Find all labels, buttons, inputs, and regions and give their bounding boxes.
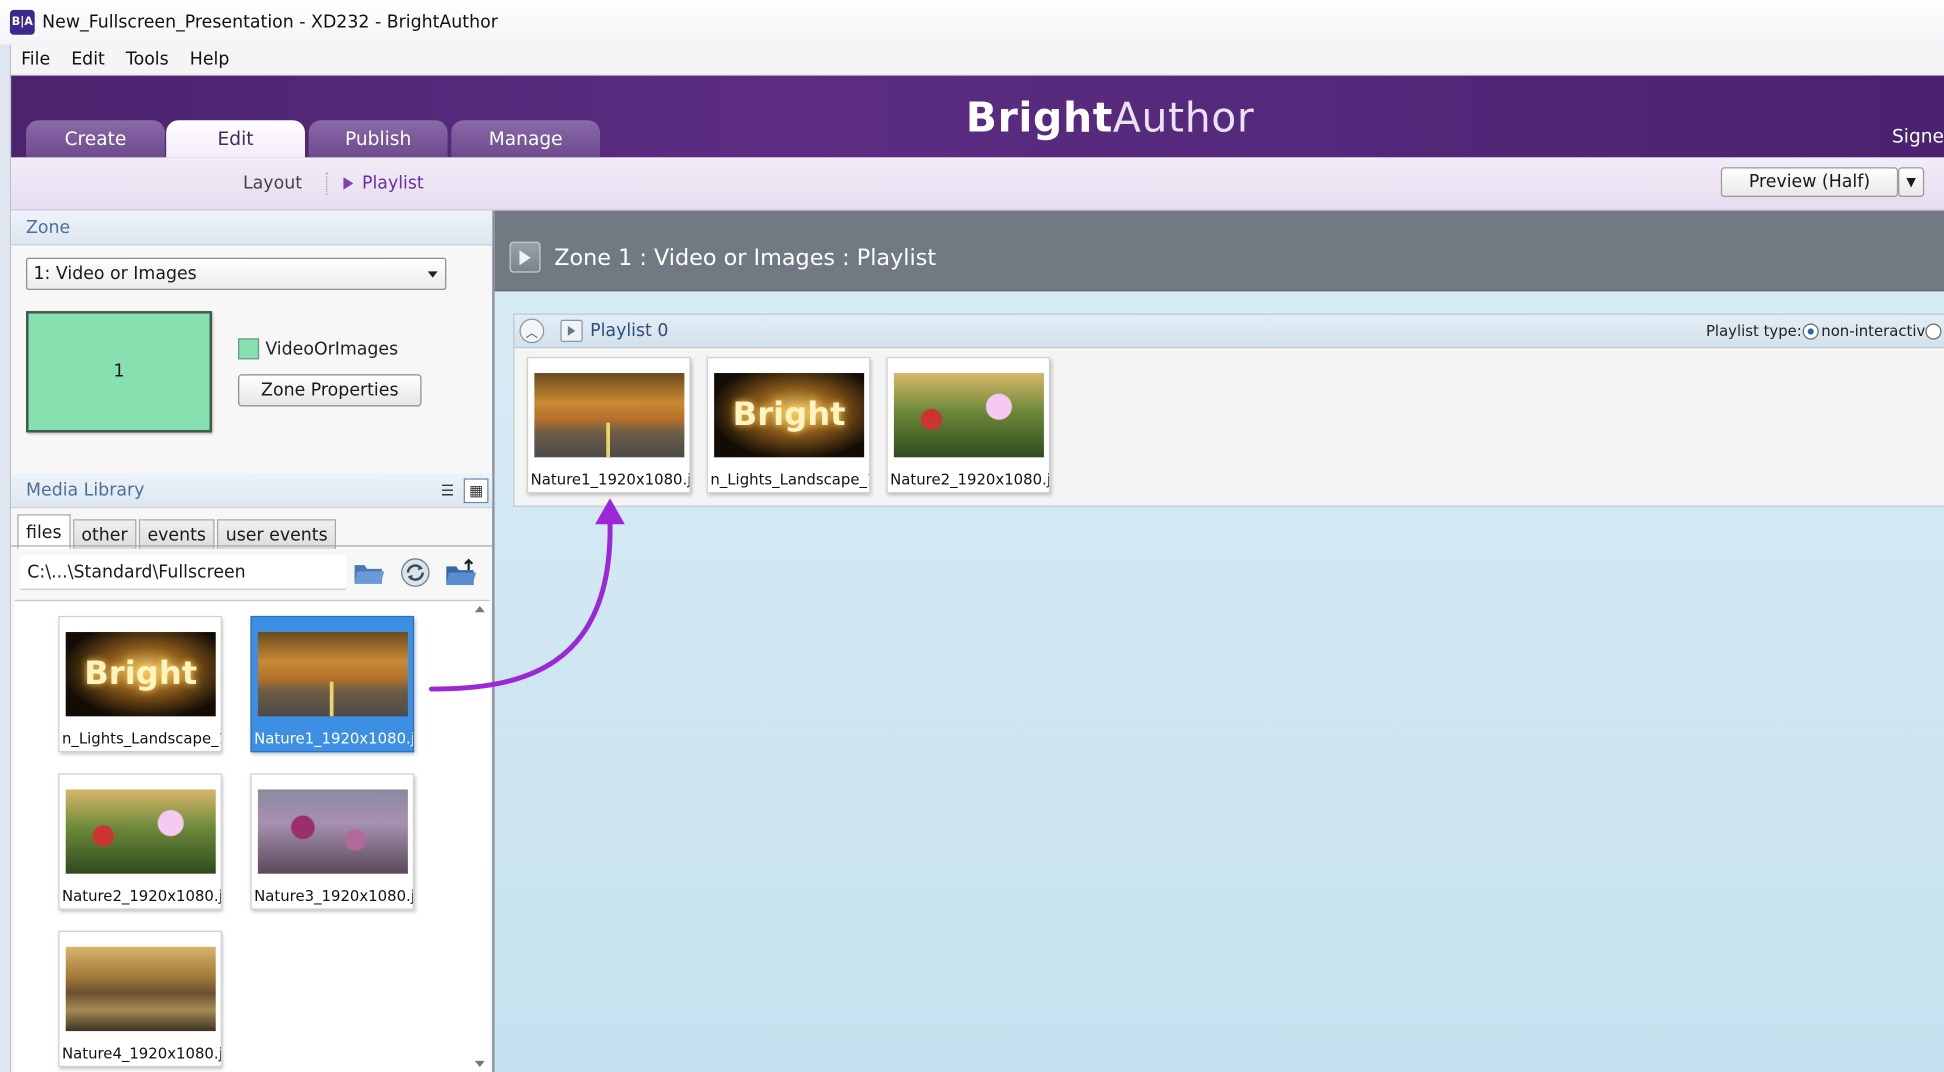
- zone-type-label: VideoOrImages: [265, 339, 399, 360]
- play-icon[interactable]: [560, 319, 583, 343]
- open-folder-icon[interactable]: [351, 555, 388, 590]
- brand-bold: Bright: [965, 92, 1113, 142]
- menu-help[interactable]: Help: [190, 50, 230, 70]
- chevron-down-icon: [427, 271, 438, 278]
- media-path-field[interactable]: C:\...\Standard\Fullscreen: [19, 555, 346, 590]
- playlist-bar: ︿ Playlist 0 Playlist type: non-interact…: [513, 313, 1944, 349]
- tab-underline: [11, 545, 493, 547]
- media-item-caption: Nature2_1920x1080.jpg: [61, 887, 221, 905]
- scroll-down-icon[interactable]: [474, 1060, 485, 1068]
- media-item[interactable]: Nature4_1920x1080.jpg: [58, 930, 222, 1068]
- play-icon[interactable]: [509, 241, 541, 273]
- playlist-item[interactable]: Nature1_1920x1080.jpg: [526, 356, 691, 494]
- app-icon: B|A: [9, 9, 35, 35]
- tab-publish[interactable]: Publish: [308, 120, 448, 158]
- title-bar: B|A New_Fullscreen_Presentation - XD232 …: [0, 0, 1944, 45]
- menu-tools[interactable]: Tools: [126, 50, 169, 70]
- divider: [326, 172, 328, 195]
- radio-non-interactive[interactable]: [1802, 323, 1819, 340]
- import-folder-icon[interactable]: [443, 555, 480, 590]
- media-library-heading: Media Library ☰ ▦: [11, 473, 493, 509]
- playlist-item[interactable]: Nature2_1920x1080.jpg: [886, 356, 1051, 494]
- media-library-title: Media Library: [26, 480, 145, 501]
- window-title: New_Fullscreen_Presentation - XD232 - Br…: [42, 12, 498, 33]
- bright-logo-thumbnail: Bright: [714, 373, 865, 458]
- zone-title: Zone 1 : Video or Images : Playlist: [554, 245, 937, 272]
- brightauthor-window: B|A New_Fullscreen_Presentation - XD232 …: [0, 0, 1944, 1072]
- zone-properties-button[interactable]: Zone Properties: [238, 374, 422, 407]
- playlist-type-value: non-interactive: [1821, 322, 1935, 340]
- media-item-caption: n_Lights_Landscape_1920: [61, 729, 221, 748]
- tab-create[interactable]: Create: [26, 120, 165, 158]
- play-icon: [343, 177, 354, 190]
- zone-select[interactable]: 1: Video or Images: [26, 257, 447, 290]
- gazebo-thumbnail: [65, 946, 216, 1032]
- autumn-road-thumbnail: [534, 373, 685, 458]
- left-panel: Zone 1: Video or Images 1 VideoOrImages …: [11, 210, 495, 1072]
- grid-view-icon[interactable]: ▦: [463, 478, 489, 504]
- media-grid: Bright n_Lights_Landscape_1920 Nature1_1…: [14, 599, 490, 1072]
- autumn-road-thumbnail: [257, 632, 408, 717]
- menu-edit[interactable]: Edit: [71, 50, 105, 70]
- media-item-caption: Nature4_1920x1080.jpg: [61, 1044, 221, 1063]
- zone-heading: Zone: [11, 210, 493, 246]
- playlist-item[interactable]: Bright n_Lights_Landscape_1920: [706, 356, 871, 494]
- media-item-selected[interactable]: Nature1_1920x1080.jpg: [250, 615, 415, 753]
- purple-flowers-thumbnail: [257, 789, 408, 874]
- media-item[interactable]: Nature2_1920x1080.jpg: [58, 773, 222, 910]
- playlist-type-label: Playlist type:: [1705, 322, 1802, 340]
- zone-select-value: 1: Video or Images: [33, 263, 197, 284]
- media-item[interactable]: Nature3_1920x1080.jpg: [250, 773, 415, 910]
- edit-subtoolbar: Layout Playlist Preview (Half) ▼: [11, 157, 1944, 211]
- brand-light: Author: [1112, 92, 1255, 142]
- playlist-item-caption: n_Lights_Landscape_1920: [710, 470, 869, 489]
- view-toggle: ☰ ▦: [435, 478, 489, 504]
- layout-link[interactable]: Layout: [243, 174, 302, 194]
- media-tabs: files other events user events: [17, 514, 338, 550]
- playlist-link[interactable]: Playlist: [362, 174, 424, 194]
- preview-button[interactable]: Preview (Half): [1720, 167, 1899, 198]
- media-item-caption: Nature1_1920x1080.jpg: [254, 729, 413, 748]
- window-edge: [0, 44, 12, 1072]
- scroll-up-icon[interactable]: [474, 606, 485, 613]
- chevron-down-icon: ▼: [1906, 175, 1916, 189]
- zone-color-swatch: [238, 338, 260, 360]
- playlist-item-caption: Nature2_1920x1080.jpg: [890, 470, 1049, 489]
- playlist-content: Nature1_1920x1080.jpg Bright n_Lights_La…: [513, 348, 1944, 507]
- radio-interactive[interactable]: [1925, 323, 1942, 340]
- zone-header: Zone 1 : Video or Images : Playlist: [494, 210, 1944, 292]
- playlist-name: Playlist 0: [590, 320, 669, 341]
- brand-logo: BrightAuthor: [966, 93, 1255, 141]
- list-view-icon[interactable]: ☰: [435, 478, 460, 503]
- media-item-caption: Nature3_1920x1080.jpg: [254, 887, 413, 905]
- tab-manage[interactable]: Manage: [451, 120, 601, 158]
- playlist-item-caption: Nature1_1920x1080.jpg: [530, 470, 690, 489]
- preview-dropdown[interactable]: ▼: [1898, 167, 1925, 198]
- zone-preview[interactable]: 1: [26, 311, 213, 433]
- menu-bar: File Edit Tools Help: [11, 44, 1944, 76]
- signed-in-label[interactable]: Signe: [1892, 125, 1944, 147]
- collapse-icon[interactable]: ︿: [519, 318, 545, 344]
- header-banner: Create Edit Publish Manage BrightAuthor …: [11, 75, 1944, 158]
- flowers-thumbnail: [893, 373, 1044, 458]
- media-item[interactable]: Bright n_Lights_Landscape_1920: [58, 615, 222, 753]
- menu-file[interactable]: File: [21, 50, 50, 70]
- tab-files[interactable]: files: [17, 514, 71, 550]
- playlist-editor: Zone 1 : Video or Images : Playlist ︿ Pl…: [494, 210, 1944, 1072]
- flowers-thumbnail: [65, 789, 216, 874]
- refresh-icon[interactable]: [397, 555, 434, 590]
- zone-number: 1: [113, 361, 125, 382]
- bright-logo-thumbnail: Bright: [65, 632, 216, 717]
- tab-edit[interactable]: Edit: [166, 120, 305, 158]
